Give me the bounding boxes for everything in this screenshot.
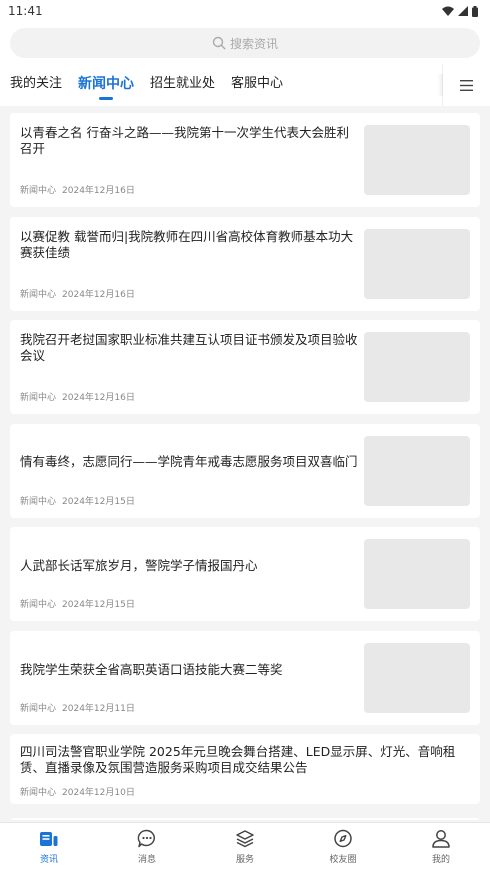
article-title: 以赛促教 载誉而归|我院教师在四川省高校体育教师基本功大赛获佳绩: [20, 229, 354, 260]
nav-profile[interactable]: 我的: [392, 823, 490, 871]
article-card[interactable]: 我院召开老挝国家职业标准共建互认项目证书颁发及项目验收会议 新闻中心 2024年1…: [10, 320, 480, 414]
search-input[interactable]: 搜索资讯: [10, 28, 480, 58]
article-thumbnail: [364, 332, 470, 402]
article-meta: 新闻中心 2024年12月11日: [20, 701, 141, 714]
article-thumbnail: [364, 229, 470, 299]
user-icon: [432, 830, 450, 848]
tab-customer-service[interactable]: 客服中心: [231, 64, 283, 106]
nav-news[interactable]: 资讯: [0, 823, 98, 871]
status-time: 11:41: [8, 4, 43, 18]
article-list: 以青春之名 行奋斗之路——我院第十一次学生代表大会胜利召开 新闻中心 2024年1…: [0, 106, 490, 820]
article-card[interactable]: 我院学生荣获全省高职英语口语技能大赛二等奖 新闻中心 2024年12月11日: [10, 631, 480, 725]
article-card-partial[interactable]: [10, 818, 480, 820]
nav-profile-label: 我的: [431, 855, 450, 865]
article-date: 2024年12月10日: [62, 788, 135, 798]
article-meta: 新闻中心 2024年12月16日: [20, 287, 141, 300]
article-source: 新闻中心: [20, 788, 57, 798]
nav-messages-label: 消息: [137, 855, 156, 865]
tab-admissions[interactable]: 招生就业处: [150, 64, 215, 106]
compass-icon: [334, 829, 352, 848]
nav-alumni-label: 校友圈: [329, 855, 357, 865]
status-bar: 11:41: [0, 0, 490, 22]
search-placeholder: 搜索资讯: [229, 36, 278, 51]
category-tabs: 我的关注 新闻中心 招生就业处 客服中心: [0, 64, 490, 106]
article-card[interactable]: 情有毒终，志愿同行——学院青年戒毒志愿服务项目双喜临门 新闻中心 2024年12月…: [10, 424, 480, 518]
article-title: 四川司法警官职业学院 2025年元旦晚会舞台搭建、LED显示屏、灯光、音响租赁、…: [20, 744, 456, 775]
nav-messages[interactable]: 消息: [98, 823, 196, 871]
signal-icon: [458, 6, 468, 16]
article-meta: 新闻中心 2024年12月10日: [20, 785, 141, 798]
article-card[interactable]: 人武部长话军旅岁月，警院学子情报国丹心 新闻中心 2024年12月15日: [10, 527, 480, 621]
article-thumbnail: [364, 436, 470, 506]
article-title: 人武部长话军旅岁月，警院学子情报国丹心: [20, 558, 258, 573]
article-title: 情有毒终，志愿同行——学院青年戒毒志愿服务项目双喜临门: [20, 454, 358, 469]
article-source: 新闻中心: [20, 600, 57, 610]
tab-news-center[interactable]: 新闻中心: [78, 64, 134, 106]
article-date: 2024年12月16日: [62, 393, 135, 403]
layers-icon: [236, 830, 254, 848]
article-title: 以青春之名 行奋斗之路——我院第十一次学生代表大会胜利召开: [20, 125, 349, 156]
article-source: 新闻中心: [20, 497, 57, 507]
message-icon: [137, 829, 155, 848]
article-date: 2024年12月16日: [62, 186, 135, 196]
article-card[interactable]: 以赛促教 载誉而归|我院教师在四川省高校体育教师基本功大赛获佳绩 新闻中心 202…: [10, 217, 480, 311]
search-bar-container: 搜索资讯: [0, 22, 490, 64]
menu-icon: [460, 79, 473, 91]
tab-menu-button[interactable]: [437, 64, 490, 106]
article-source: 新闻中心: [20, 290, 57, 300]
nav-alumni[interactable]: 校友圈: [294, 823, 392, 871]
article-thumbnail: [364, 125, 470, 195]
article-title: 我院召开老挝国家职业标准共建互认项目证书颁发及项目验收会议: [20, 332, 358, 363]
search-icon: [212, 36, 226, 50]
article-title: 我院学生荣获全省高职英语口语技能大赛二等奖: [20, 662, 283, 677]
article-meta: 新闻中心 2024年12月16日: [20, 183, 141, 196]
article-card[interactable]: 四川司法警官职业学院 2025年元旦晚会舞台搭建、LED显示屏、灯光、音响租赁、…: [10, 734, 480, 804]
nav-services[interactable]: 服务: [196, 823, 294, 871]
tab-my-follow[interactable]: 我的关注: [10, 64, 62, 106]
nav-news-label: 资讯: [39, 854, 58, 865]
article-meta: 新闻中心 2024年12月16日: [20, 390, 141, 403]
article-meta: 新闻中心 2024年12月15日: [20, 597, 141, 610]
article-source: 新闻中心: [20, 393, 57, 403]
article-meta: 新闻中心 2024年12月15日: [20, 494, 141, 507]
wifi-icon: [442, 6, 454, 16]
article-thumbnail: [364, 643, 470, 713]
article-source: 新闻中心: [20, 186, 57, 196]
system-icons: [442, 5, 478, 17]
article-date: 2024年12月15日: [62, 497, 135, 507]
article-card[interactable]: 以青春之名 行奋斗之路——我院第十一次学生代表大会胜利召开 新闻中心 2024年1…: [10, 113, 480, 207]
article-source: 新闻中心: [20, 704, 57, 714]
article-date: 2024年12月16日: [62, 290, 135, 300]
news-icon: [40, 831, 58, 846]
nav-services-label: 服务: [235, 855, 254, 865]
battery-icon: [472, 5, 478, 17]
bottom-navigation: 资讯 消息 服务 校友圈 我的: [0, 822, 490, 871]
article-date: 2024年12月15日: [62, 600, 135, 610]
article-thumbnail: [364, 539, 470, 609]
article-date: 2024年12月11日: [62, 704, 135, 714]
